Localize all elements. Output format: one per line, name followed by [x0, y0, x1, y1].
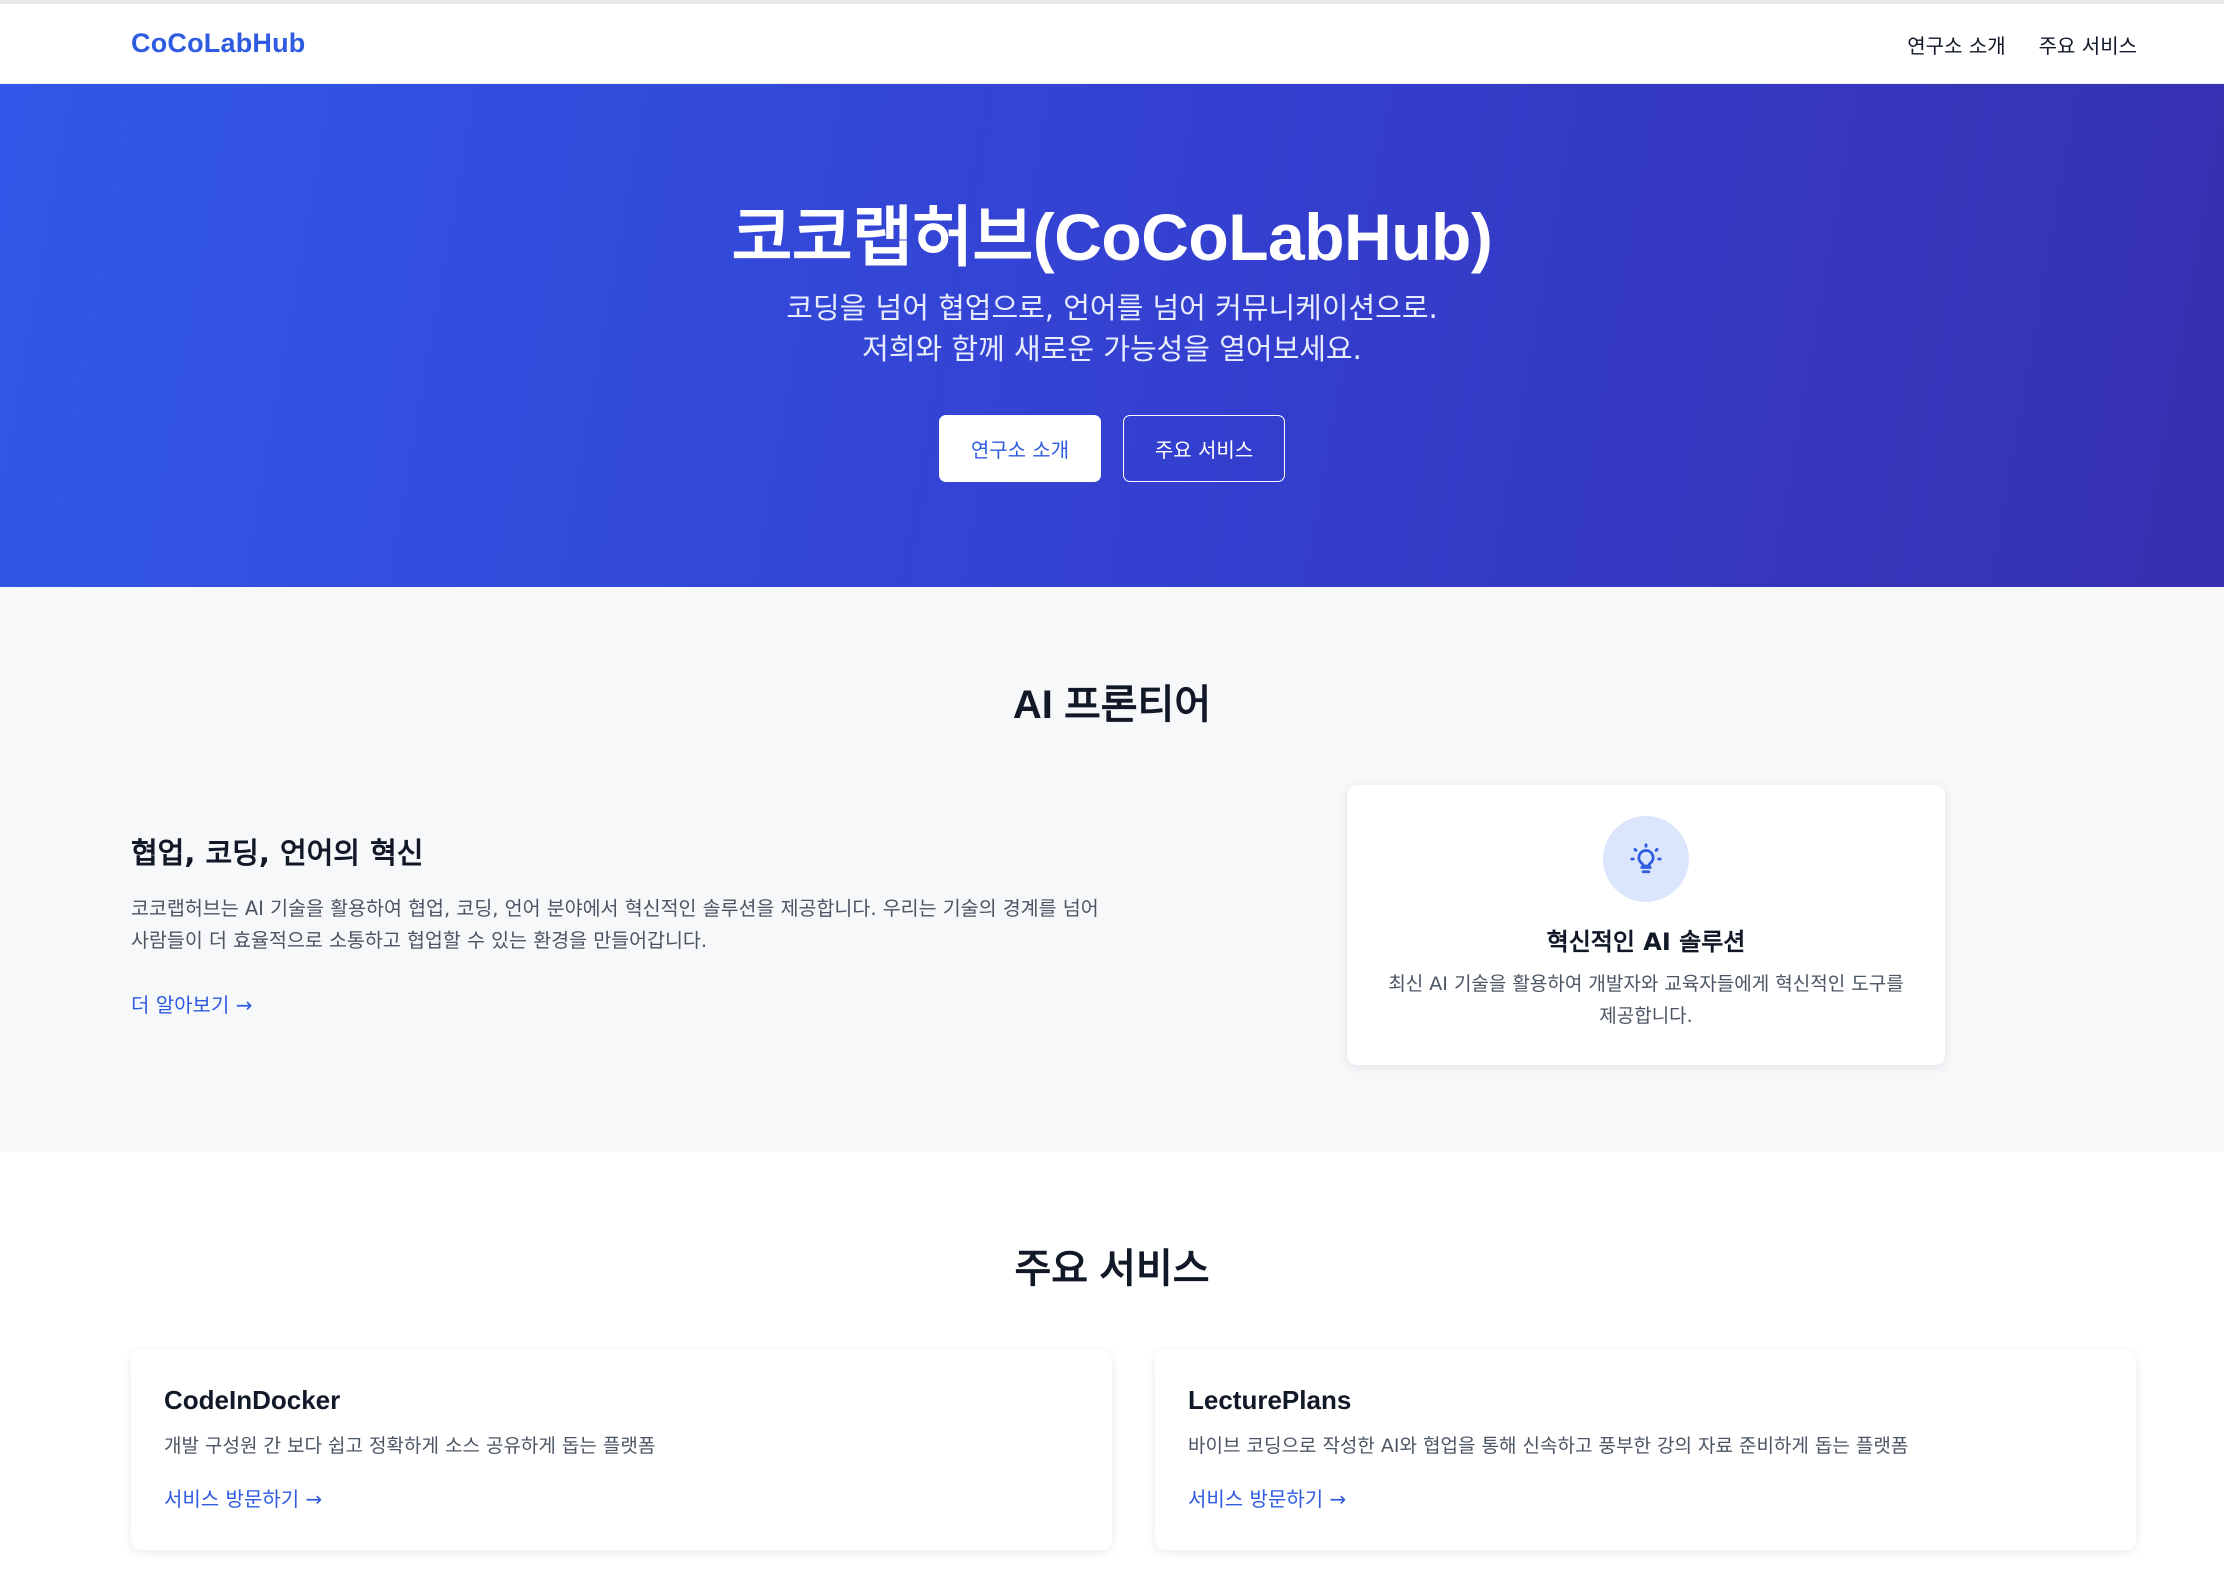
section-title-ai-frontier: AI 프론티어	[1012, 683, 1212, 727]
lightbulb-icon	[1603, 816, 1689, 902]
visit-service-link[interactable]: 서비스 방문하기 →	[1188, 1483, 1346, 1512]
learn-more-link[interactable]: 더 알아보기 →	[131, 989, 252, 1018]
frontier-intro: 협업, 코딩, 언어의 혁신 코코랩허브는 AI 기술을 활용하여 협업, 코딩…	[131, 830, 1111, 1018]
feature-card-description: 최신 AI 기술을 활용하여 개발자와 교육자들에게 혁신적인 도구를 제공합니…	[1388, 973, 1904, 1027]
hero-subtitle: 코딩을 넘어 협업으로, 언어를 넘어 커뮤니케이션으로. 저희와 함께 새로운…	[0, 288, 2224, 370]
hero-title: 코코랩허브(CoCoLabHub)	[731, 200, 1493, 274]
frontier-heading: 협업, 코딩, 언어의 혁신	[131, 836, 424, 870]
visit-service-link[interactable]: 서비스 방문하기 →	[164, 1483, 322, 1512]
hero-subtitle-line-2: 저희와 함께 새로운 가능성을 열어보세요.	[862, 332, 1362, 366]
feature-card: 혁신적인 AI 솔루션 최신 AI 기술을 활용하여 개발자와 교육자들에게 혁…	[1347, 785, 1945, 1065]
nav-link-about[interactable]: 연구소 소개	[1907, 30, 2005, 59]
service-card-codeindocker: CodeInDocker 개발 구성원 간 보다 쉽고 정확하게 소스 공유하게…	[131, 1350, 1112, 1550]
frontier-description: 코코랩허브는 AI 기술을 활용하여 협업, 코딩, 언어 분야에서 혁신적인 …	[131, 897, 1099, 952]
about-button[interactable]: 연구소 소개	[939, 415, 1101, 482]
main-nav: 연구소 소개 주요 서비스	[1907, 30, 2137, 59]
section-title-services: 주요 서비스	[1014, 1247, 1210, 1291]
hero-subtitle-line-1: 코딩을 넘어 협업으로, 언어를 넘어 커뮤니케이션으로.	[786, 291, 1438, 325]
services-section: 주요 서비스 CodeInDocker 개발 구성원 간 보다 쉽고 정확하게 …	[0, 1152, 2224, 1574]
hero-section: 코코랩허브(CoCoLabHub) 코딩을 넘어 협업으로, 언어를 넘어 커뮤…	[0, 84, 2224, 587]
service-description: 바이브 코딩으로 작성한 AI와 협업을 통해 신속하고 풍부한 강의 자료 준…	[1188, 1435, 1909, 1457]
site-header: CoCoLabHub 연구소 소개 주요 서비스	[0, 4, 2224, 84]
ai-frontier-section: AI 프론티어 협업, 코딩, 언어의 혁신 코코랩허브는 AI 기술을 활용하…	[0, 587, 2224, 1152]
service-description: 개발 구성원 간 보다 쉽고 정확하게 소스 공유하게 돕는 플랫폼	[164, 1435, 656, 1457]
service-name: LecturePlans	[1188, 1385, 1352, 1415]
service-card-lectureplans: LecturePlans 바이브 코딩으로 작성한 AI와 협업을 통해 신속하…	[1155, 1350, 2136, 1550]
hero-buttons: 연구소 소개 주요 서비스	[0, 415, 2224, 482]
services-button[interactable]: 주요 서비스	[1123, 415, 1285, 482]
brand-logo[interactable]: CoCoLabHub	[131, 28, 305, 59]
feature-card-title: 혁신적인 AI 솔루션	[1546, 928, 1746, 956]
nav-link-services[interactable]: 주요 서비스	[2039, 30, 2137, 59]
service-name: CodeInDocker	[164, 1385, 341, 1415]
